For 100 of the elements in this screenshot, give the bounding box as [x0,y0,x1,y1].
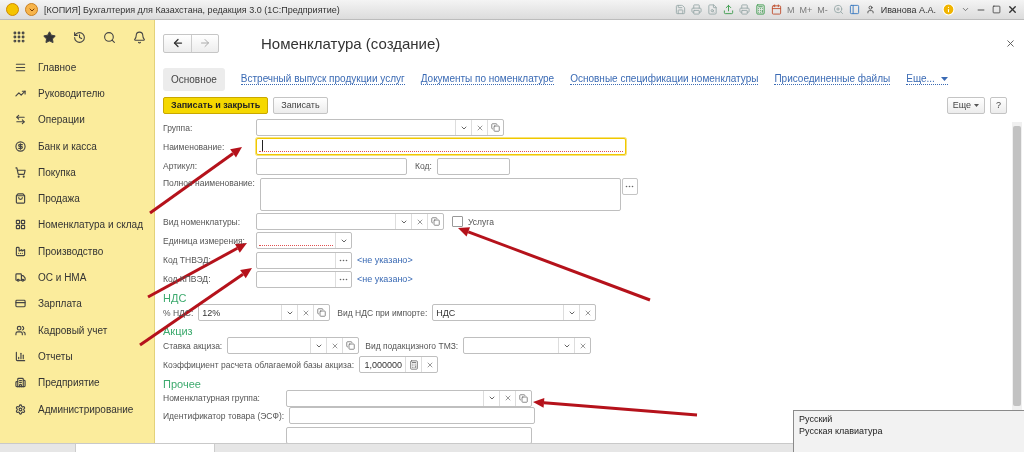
cart-icon [15,166,26,178]
list-icon [15,61,26,73]
input-field[interactable] [227,337,360,355]
input-field[interactable]: 12% [198,304,331,322]
sidebar-item[interactable]: ОС и НМА [0,264,154,291]
field-label: Ставка акциза: [163,340,223,351]
forward-arrow-icon [199,37,211,49]
tooltip-text: Русский [799,414,834,424]
menu-button[interactable] [25,3,38,16]
sidebar-item[interactable]: Банк и касса [0,132,154,160]
save-button[interactable]: Записать [273,96,328,114]
input-field[interactable] [289,407,536,425]
memory-button[interactable]: M- [817,4,828,15]
input-field[interactable]: 1,000000 [359,356,439,374]
sidebar-item[interactable]: Покупка [0,159,154,186]
sidebar-item[interactable]: Производство [0,238,154,265]
input-field[interactable] [256,270,352,288]
preview-icon[interactable] [706,4,718,15]
section-heading: НДС [163,291,188,305]
sidebar-item[interactable]: Номенклатура и склад [0,211,154,239]
coin-icon [15,140,26,152]
more-button[interactable]: Еще [946,96,985,114]
zoom-icon[interactable] [832,4,844,15]
copy-icon [431,217,440,227]
field-label: Номенклатурная группа: [163,393,261,404]
link[interactable]: <не указано> [357,274,413,285]
input-field[interactable] [463,337,592,355]
input-field[interactable] [256,157,407,175]
copy-icon [317,308,327,318]
field-label: Идентификатор товара (ЭСФ): [163,410,285,421]
sidebar-item[interactable]: Предприятие [0,369,154,396]
open-button[interactable] [515,390,531,406]
clear-icon [301,308,310,317]
field-label: Коэффициент расчета облагаемой базы акциза: [163,359,355,370]
field-label: Артикул: [163,161,199,171]
history-icon[interactable] [73,30,86,44]
input-field[interactable] [256,213,444,231]
restore-icon[interactable] [992,5,1001,14]
calendar-icon[interactable] [770,4,782,15]
print-icon[interactable] [738,4,750,15]
tab[interactable]: Основные спецификации номенклатуры [570,73,759,85]
panel-icon[interactable] [848,4,860,15]
print-icon[interactable] [690,4,702,15]
more-tab[interactable]: Еще... [906,73,948,85]
input-field[interactable] [286,389,532,407]
user-name[interactable]: Иванова А.А. [880,4,936,15]
upload-icon[interactable] [722,4,734,15]
section-heading: Прочее [163,376,202,390]
field-label: Наименование: [163,141,226,152]
sidebar-item[interactable]: Зарплата [0,290,154,317]
calculator-icon[interactable] [754,4,766,15]
save-icon[interactable] [674,4,686,15]
checkbox[interactable] [452,216,463,228]
info-icon[interactable] [942,3,955,16]
input-field[interactable] [256,119,504,137]
clear-icon [503,394,512,403]
star-icon[interactable] [43,30,56,44]
input-field[interactable] [256,232,352,250]
checkbox-label: Услуга [468,216,494,227]
chart-icon [15,350,26,362]
sidebar-item[interactable]: Руководителю [0,80,154,107]
field-label: Группа: [163,122,194,133]
open-button[interactable] [427,214,443,230]
open-button[interactable] [487,120,503,136]
search-icon[interactable] [103,30,116,44]
text-area[interactable] [259,177,621,211]
card-icon [15,298,26,310]
memory-button[interactable]: M+ [799,4,813,15]
caret-icon [974,103,979,107]
sidebar-item[interactable]: Операции [0,106,154,133]
sidebar-item[interactable]: Отчеты [0,343,154,370]
tab[interactable]: Встречный выпуск продукции услуг [240,73,405,85]
copy-icon [346,341,356,351]
memory-button[interactable]: M [786,4,795,15]
tab[interactable]: Основное [163,67,225,91]
close-icon[interactable] [1007,4,1018,15]
apps-icon[interactable] [12,30,26,44]
input-field[interactable] [256,138,626,156]
select-button[interactable] [621,177,638,195]
bell-icon[interactable] [133,30,146,44]
caret-icon[interactable] [961,5,970,14]
caret-icon [940,76,948,81]
save-close-button[interactable]: Записать и закрыть [163,96,269,114]
tab[interactable]: Присоединенные файлы [774,73,891,85]
close-icon [1005,37,1016,49]
clear-icon [583,308,592,317]
sidebar-item[interactable]: Кадровый учет [0,316,154,344]
input-field[interactable]: НДС [432,304,597,322]
sidebar-item[interactable]: Главное [0,54,154,81]
clear-icon [475,123,484,132]
close-button[interactable] [1005,37,1016,49]
input-field[interactable] [436,157,510,175]
input-field[interactable] [256,251,352,269]
input-field[interactable] [286,427,532,443]
link[interactable]: <не указано> [357,255,413,266]
help-button[interactable]: ? [990,96,1007,114]
settings-icon [15,403,26,415]
sidebar-item[interactable]: Администрирование [0,395,154,423]
tab[interactable]: Документы по номенклатуре [420,73,555,85]
sidebar-item[interactable]: Продажа [0,185,154,212]
